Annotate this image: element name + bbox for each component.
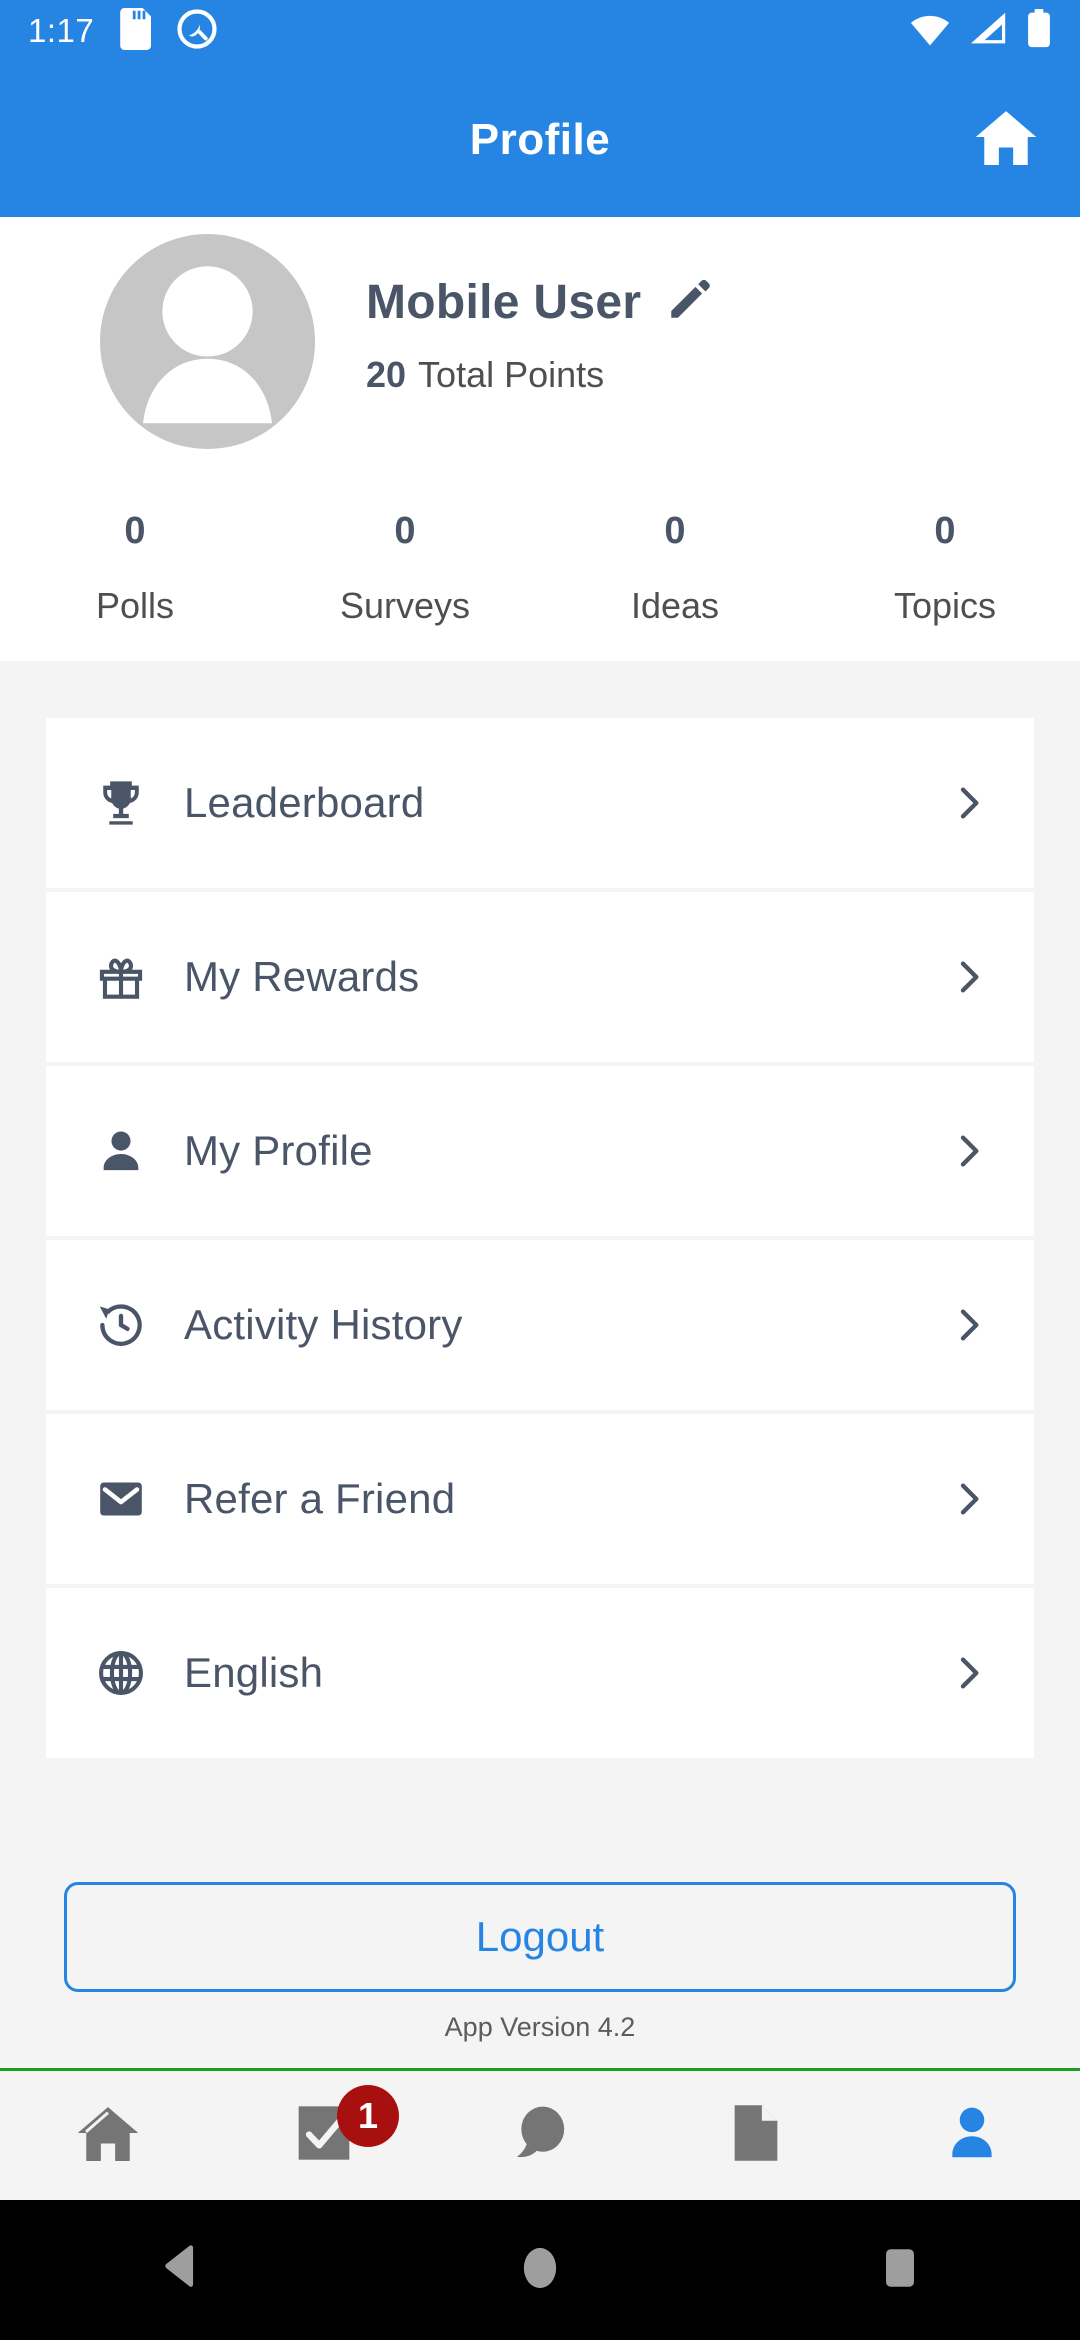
- logout-button-label: Logout: [475, 1913, 605, 1960]
- appbar-home-button[interactable]: [970, 104, 1042, 176]
- menu-item-leaderboard[interactable]: Leaderboard: [46, 718, 1034, 888]
- bottom-nav-home[interactable]: [0, 2071, 216, 2200]
- bottom-nav-profile[interactable]: [864, 2071, 1080, 2200]
- stat-label: Surveys: [339, 584, 471, 626]
- pencil-icon: [664, 275, 714, 330]
- menu-item-label: Activity History: [184, 1301, 463, 1348]
- stat-label: Ideas: [630, 584, 720, 626]
- stat-value: 0: [124, 510, 146, 552]
- app-version-text: App Version 4.2: [444, 2012, 636, 2042]
- stat-label: Topics: [893, 584, 997, 626]
- battery-icon: [1026, 8, 1052, 54]
- stat-value: 0: [664, 510, 686, 552]
- gift-icon: [92, 948, 150, 1006]
- history-icon: [92, 1296, 150, 1354]
- bottom-navigation: 1: [0, 2071, 1080, 2200]
- profile-name-row: Mobile User: [366, 275, 715, 330]
- stat-label: Polls: [95, 584, 175, 626]
- trophy-icon: [92, 774, 150, 832]
- menu-item-label: Leaderboard: [184, 779, 425, 826]
- android-back-button[interactable]: [0, 2244, 360, 2297]
- home-icon: [75, 2102, 141, 2169]
- menu-item-label: My Profile: [184, 1127, 373, 1174]
- menu-item-refer-a-friend[interactable]: Refer a Friend: [46, 1414, 1034, 1584]
- status-bar-right-icons: [908, 8, 1052, 54]
- avatar: [100, 234, 315, 449]
- android-q-icon: [176, 8, 218, 55]
- app-bar: Profile: [0, 62, 1080, 217]
- profile-stats: 0 Polls 0 Surveys 0 Ideas 0 Topics: [0, 510, 1080, 627]
- app-screen: 1:17 Profile Mobile User 20 Total Points…: [0, 0, 1080, 2340]
- envelope-icon: [92, 1470, 150, 1528]
- profile-identity: Mobile User 20 Total Points: [366, 275, 715, 396]
- profile-summary: Mobile User 20 Total Points 0 Polls 0 Su…: [0, 217, 1080, 661]
- chat-icon: [507, 2102, 573, 2169]
- menu-item-label: English: [184, 1649, 324, 1696]
- document-icon: [729, 2101, 783, 2170]
- stat-value: 0: [934, 510, 956, 552]
- page-title: Profile: [469, 114, 611, 164]
- status-bar-left-icons: [120, 7, 218, 55]
- menu-item-my-profile[interactable]: My Profile: [46, 1066, 1034, 1236]
- stat-polls[interactable]: 0 Polls: [0, 510, 270, 627]
- home-circle-icon: [519, 2244, 561, 2297]
- stat-ideas[interactable]: 0 Ideas: [540, 510, 810, 627]
- menu-item-activity-history[interactable]: Activity History: [46, 1240, 1034, 1410]
- bottom-nav-tasks[interactable]: 1: [216, 2071, 432, 2200]
- menu-item-label: My Rewards: [184, 953, 420, 1000]
- android-home-button[interactable]: [360, 2244, 720, 2297]
- chevron-right-icon: [948, 783, 988, 823]
- points-value: 20: [366, 354, 407, 395]
- menu-item-label: Refer a Friend: [184, 1475, 456, 1522]
- chevron-right-icon: [948, 1131, 988, 1171]
- menu-item-my-rewards[interactable]: My Rewards: [46, 892, 1034, 1062]
- stat-topics[interactable]: 0 Topics: [810, 510, 1080, 627]
- bottom-nav-documents[interactable]: [648, 2071, 864, 2200]
- bottom-nav-chat[interactable]: [432, 2071, 648, 2200]
- cellular-signal-icon: [968, 11, 1010, 52]
- sd-card-icon: [120, 7, 154, 55]
- chevron-right-icon: [948, 1305, 988, 1345]
- stat-surveys[interactable]: 0 Surveys: [270, 510, 540, 627]
- person-icon: [942, 2102, 1002, 2169]
- points-label: Total Points: [418, 354, 605, 395]
- points-row: 20 Total Points: [366, 354, 715, 396]
- android-recents-button[interactable]: [720, 2244, 1080, 2297]
- recents-square-icon: [880, 2244, 920, 2297]
- menu-item-language[interactable]: English: [46, 1588, 1034, 1758]
- profile-name: Mobile User: [366, 276, 642, 329]
- globe-icon: [92, 1644, 150, 1702]
- settings-menu: Leaderboard My Rewards My Profile Activi…: [46, 718, 1034, 1762]
- person-icon: [92, 1122, 150, 1180]
- status-bar: 1:17: [0, 0, 1080, 62]
- status-bar-clock: 1:17: [28, 12, 95, 49]
- chevron-right-icon: [948, 1479, 988, 1519]
- stat-value: 0: [394, 510, 416, 552]
- back-triangle-icon: [157, 2244, 203, 2297]
- chevron-right-icon: [948, 1653, 988, 1693]
- logout-button[interactable]: Logout: [64, 1882, 1016, 1992]
- wifi-icon: [908, 11, 952, 52]
- android-navigation-bar: [0, 2200, 1080, 2340]
- home-icon: [973, 106, 1039, 173]
- default-avatar-icon: [100, 266, 315, 449]
- edit-profile-button[interactable]: [663, 277, 715, 329]
- tasks-badge: 1: [336, 2085, 399, 2147]
- chevron-right-icon: [948, 957, 988, 997]
